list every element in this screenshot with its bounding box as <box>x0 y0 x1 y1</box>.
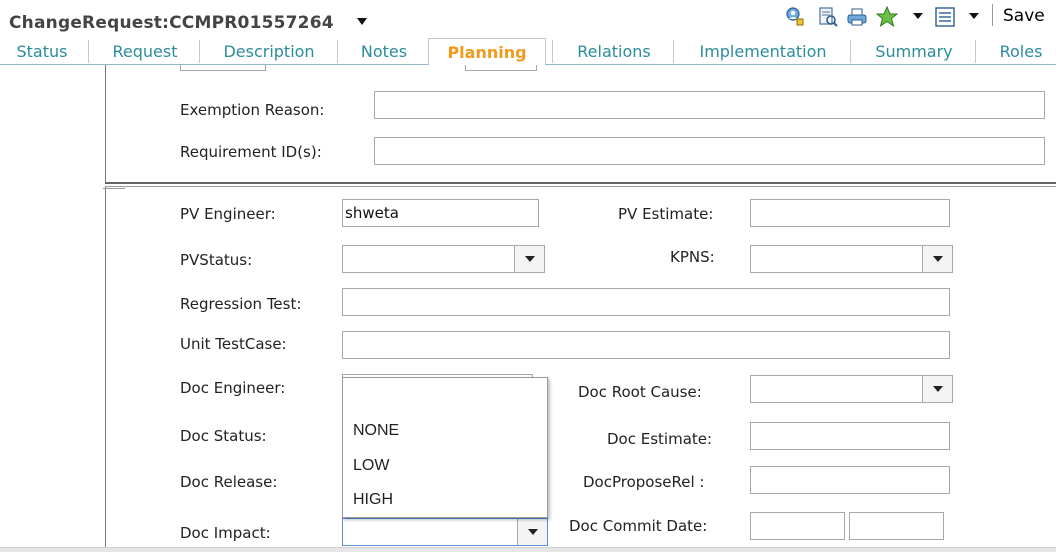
list-icon[interactable] <box>934 6 956 28</box>
favorite-star-icon[interactable] <box>875 5 899 28</box>
doc-propose-rel-field[interactable] <box>750 466 950 494</box>
tab-divider <box>552 40 553 63</box>
tab-status[interactable]: Status <box>2 38 82 65</box>
favorites-menu-caret-icon[interactable] <box>913 13 923 19</box>
tab-divider <box>975 40 976 63</box>
planning-form-section <box>105 186 1056 552</box>
user-query-icon[interactable] <box>784 6 806 28</box>
tab-divider <box>337 40 338 63</box>
doc-engineer-label: Doc Engineer: <box>180 379 286 397</box>
save-button[interactable]: Save <box>1003 6 1045 26</box>
requirement-ids-label: Requirement ID(s): <box>180 143 322 161</box>
tab-divider <box>673 40 674 63</box>
tab-relations[interactable]: Relations <box>560 38 668 65</box>
doc-impact-dropdown: NONE LOW HIGH <box>342 377 548 518</box>
doc-commit-date-field[interactable] <box>750 512 845 540</box>
tab-divider <box>199 40 200 63</box>
pv-estimate-label: PV Estimate: <box>618 205 714 223</box>
title-bar: ChangeRequest:CCMPR01557264 Save <box>0 0 1056 38</box>
doc-estimate-label: Doc Estimate: <box>607 430 713 448</box>
option-high[interactable]: HIGH <box>353 491 393 509</box>
tab-implementation[interactable]: Implementation <box>680 38 846 65</box>
tab-planning[interactable]: Planning <box>428 38 546 66</box>
chevron-down-icon[interactable] <box>922 376 952 402</box>
tab-description[interactable]: Description <box>206 38 332 65</box>
doc-estimate-field[interactable] <box>750 422 950 450</box>
doc-impact-select[interactable] <box>342 518 548 546</box>
pv-status-select[interactable] <box>342 245 545 273</box>
option-none[interactable]: NONE <box>353 422 399 440</box>
kpns-select[interactable] <box>750 245 953 273</box>
requirement-ids-field[interactable] <box>374 137 1045 165</box>
regression-test-field[interactable] <box>342 288 950 316</box>
option-low[interactable]: LOW <box>353 457 389 475</box>
clipped-field[interactable] <box>465 65 537 71</box>
unit-testcase-label: Unit TestCase: <box>180 335 287 353</box>
unit-testcase-field[interactable] <box>342 331 950 359</box>
pv-estimate-field[interactable] <box>750 199 950 227</box>
toolbar-divider <box>992 4 993 26</box>
regression-test-label: Regression Test: <box>180 295 302 313</box>
pv-engineer-field[interactable]: shweta <box>342 199 539 227</box>
tab-roles[interactable]: Roles <box>984 38 1056 65</box>
doc-root-cause-select[interactable] <box>750 375 953 403</box>
pv-status-label: PVStatus: <box>180 251 253 269</box>
list-menu-caret-icon[interactable] <box>969 13 979 19</box>
doc-impact-label: Doc Impact: <box>180 524 271 542</box>
doc-status-label: Doc Status: <box>180 427 267 445</box>
doc-commit-time-field[interactable] <box>849 512 944 540</box>
pv-engineer-label: PV Engineer: <box>180 205 276 223</box>
doc-propose-rel-label: DocProposeRel : <box>583 473 705 491</box>
record-title: ChangeRequest:CCMPR01557264 <box>9 13 334 33</box>
chevron-down-icon[interactable] <box>517 519 547 545</box>
chevron-down-icon[interactable] <box>922 246 952 272</box>
tab-notes[interactable]: Notes <box>344 38 424 65</box>
doc-root-cause-label: Doc Root Cause: <box>578 383 702 401</box>
doc-commit-date-label: Doc Commit Date: <box>569 517 708 535</box>
document-search-icon[interactable] <box>817 6 839 28</box>
kpns-label: KPNS: <box>670 248 715 266</box>
doc-release-label: Doc Release: <box>180 473 278 491</box>
exemption-reason-field[interactable] <box>374 91 1045 119</box>
tab-bar: Status Request Description Notes Plannin… <box>0 38 1056 66</box>
print-icon[interactable] <box>846 6 868 28</box>
upper-form-section <box>105 65 1056 184</box>
horizontal-scrollbar[interactable] <box>0 547 1056 552</box>
chevron-down-icon[interactable] <box>514 246 544 272</box>
tab-divider <box>850 40 851 63</box>
clipped-field[interactable] <box>180 65 266 71</box>
tab-divider <box>88 40 89 63</box>
section-corner <box>103 188 125 196</box>
title-menu-caret-icon[interactable] <box>357 18 367 25</box>
tab-summary[interactable]: Summary <box>858 38 970 65</box>
tab-request[interactable]: Request <box>96 38 194 65</box>
exemption-reason-label: Exemption Reason: <box>180 101 325 119</box>
